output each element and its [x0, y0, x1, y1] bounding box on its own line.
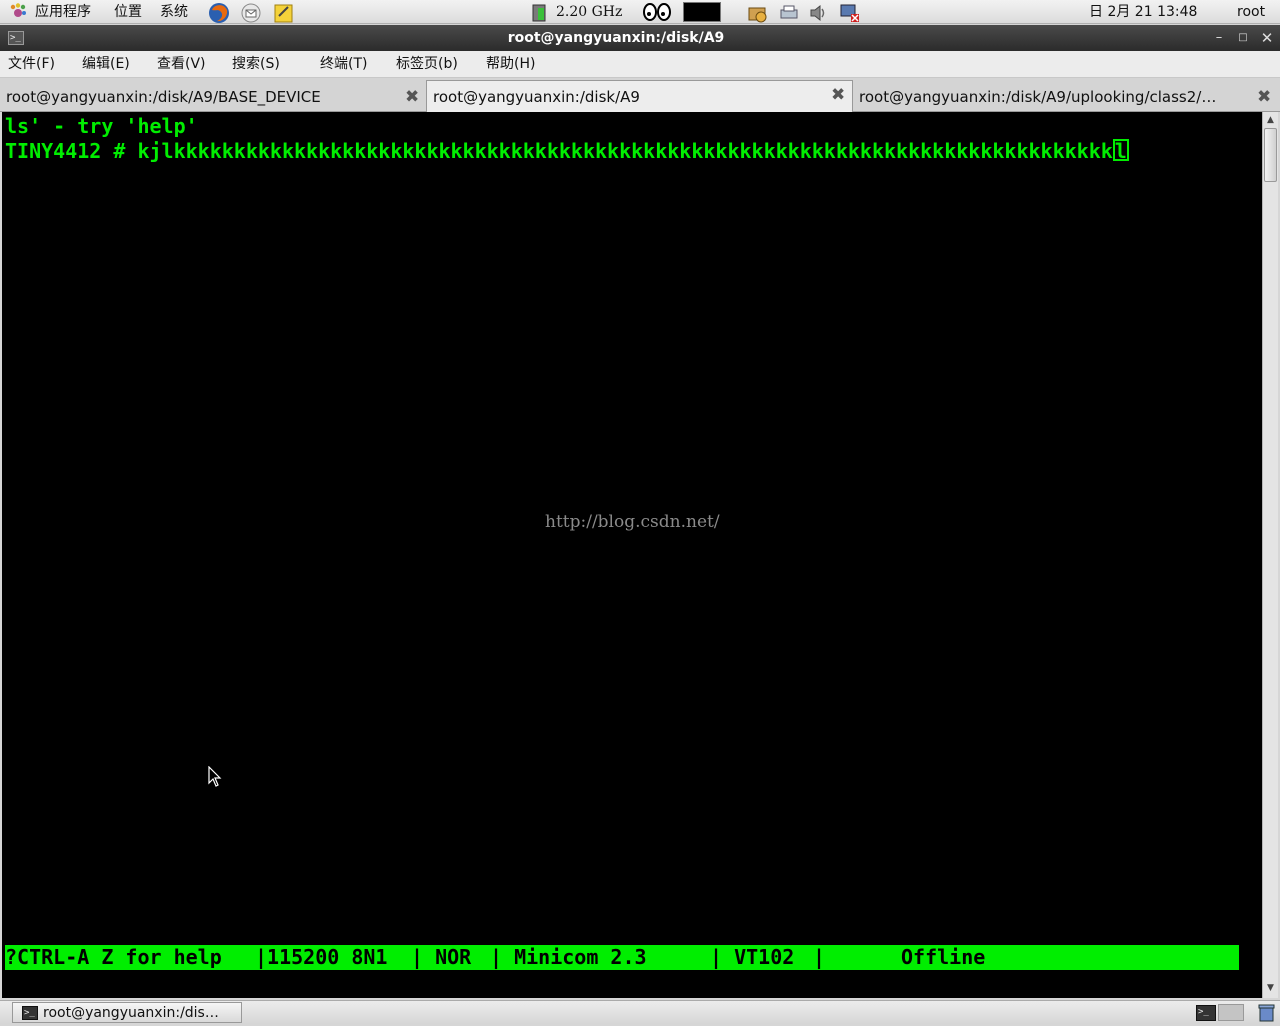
mail-icon[interactable] [240, 2, 261, 23]
taskbar-window-label: root@yangyuanxin:/dis… [43, 1005, 219, 1021]
workspace-switcher-slot[interactable] [1218, 1004, 1244, 1021]
trash-icon[interactable] [1257, 1003, 1276, 1022]
firefox-icon[interactable] [208, 2, 229, 23]
menu-edit[interactable]: 编辑(E) [82, 51, 130, 77]
tab-close-icon[interactable]: ✖ [1257, 88, 1271, 106]
update-notifier-icon[interactable] [746, 2, 767, 23]
cpu-frequency: 2.20 GHz [556, 4, 623, 20]
printer-icon[interactable] [778, 2, 798, 22]
workspace-switcher-icon[interactable]: >_ [1196, 1005, 1216, 1021]
menu-help[interactable]: 帮助(H) [486, 51, 535, 77]
mouse-pointer-icon [208, 766, 222, 787]
applications-menu[interactable]: 应用程序 [35, 0, 91, 24]
vertical-scrollbar[interactable]: ▲ ▼ [1262, 112, 1278, 998]
terminal-command-line: TINY4412 # kjlkkkkkkkkkkkkkkkkkkkkkkkkkk… [5, 139, 1129, 163]
taskbar-window-button[interactable]: >_ root@yangyuanxin:/dis… [12, 1002, 242, 1023]
tab-label: root@yangyuanxin:/disk/A9/BASE_DEVICE [6, 88, 321, 106]
scroll-up-arrow-icon[interactable]: ▲ [1263, 113, 1278, 127]
tab-bar: root@yangyuanxin:/disk/A9/BASE_DEVICE ✖ … [0, 78, 1280, 112]
status-mode: | NOR [411, 945, 472, 969]
volume-icon[interactable] [808, 2, 828, 22]
tab-uplooking[interactable]: root@yangyuanxin:/disk/A9/uplooking/clas… [853, 83, 1255, 111]
menu-terminal[interactable]: 终端(T) [320, 51, 367, 77]
menu-view[interactable]: 查看(V) [157, 51, 206, 77]
clock[interactable]: 日 2月 21 13:48 [1089, 0, 1197, 24]
text-cursor: l [1112, 139, 1129, 163]
window-titlebar[interactable]: >_ root@yangyuanxin:/disk/A9 – □ ✕ [0, 25, 1280, 51]
menu-tabs[interactable]: 标签页(b) [396, 51, 458, 77]
places-menu[interactable]: 位置 [114, 0, 142, 24]
status-help: ?CTRL-A Z for help [5, 945, 222, 969]
window-title: root@yangyuanxin:/disk/A9 [507, 30, 725, 46]
tab-label: root@yangyuanxin:/disk/A9 [433, 88, 640, 106]
scroll-down-arrow-icon[interactable]: ▼ [1263, 981, 1278, 995]
status-separator: | [813, 945, 826, 969]
status-app: | Minicom 2.3 [490, 945, 647, 969]
minimize-button[interactable]: – [1210, 29, 1228, 47]
terminal-area[interactable]: ls' - try 'help' TINY4412 # kjlkkkkkkkkk… [2, 112, 1262, 998]
scrollbar-thumb[interactable] [1264, 128, 1277, 182]
tab-label: root@yangyuanxin:/disk/A9/uplooking/clas… [859, 88, 1217, 106]
network-offline-icon[interactable] [839, 2, 859, 22]
tab-close-icon[interactable]: ✖ [405, 88, 419, 106]
tab-a9[interactable]: root@yangyuanxin:/disk/A9 [426, 80, 853, 112]
gnome-foot-icon[interactable] [8, 2, 28, 22]
notes-icon[interactable] [273, 2, 293, 23]
terminal-icon: >_ [22, 1006, 38, 1020]
watermark: http://blog.csdn.net/ [545, 512, 720, 532]
system-monitor-graph [683, 2, 721, 22]
system-menu[interactable]: 系统 [160, 0, 188, 24]
maximize-button[interactable]: □ [1234, 29, 1252, 47]
command-input: kjlkkkkkkkkkkkkkkkkkkkkkkkkkkkkkkkkkkkkk… [137, 139, 1113, 163]
top-panel: 应用程序 位置 系统 2.20 GHz 日 2月 21 13:48 root [0, 0, 1280, 24]
user-name[interactable]: root [1237, 0, 1265, 24]
menu-search[interactable]: 搜索(S) [232, 51, 280, 77]
status-terminal-type: | VT102 [710, 945, 795, 969]
menubar: 文件(F) 编辑(E) 查看(V) 搜索(S) 终端(T) 标签页(b) 帮助(… [0, 51, 1280, 78]
menu-file[interactable]: 文件(F) [8, 51, 55, 77]
tab-close-icon[interactable]: ✖ [831, 86, 845, 104]
close-window-button[interactable]: ✕ [1258, 29, 1276, 47]
status-connection: Offline [901, 945, 986, 969]
terminal-line: ls' - try 'help' [5, 114, 198, 138]
eyes-icon [642, 2, 672, 22]
status-baud: |115200 8N1 [255, 945, 388, 969]
shell-prompt: TINY4412 # [5, 139, 138, 163]
bottom-panel: >_ root@yangyuanxin:/dis… >_ [0, 1000, 1280, 1024]
cpu-frequency-icon [530, 2, 550, 22]
minicom-status-line: ?CTRL-A Z for help |115200 8N1 | NOR | M… [5, 945, 1239, 970]
tab-base-device[interactable]: root@yangyuanxin:/disk/A9/BASE_DEVICE [0, 83, 426, 111]
